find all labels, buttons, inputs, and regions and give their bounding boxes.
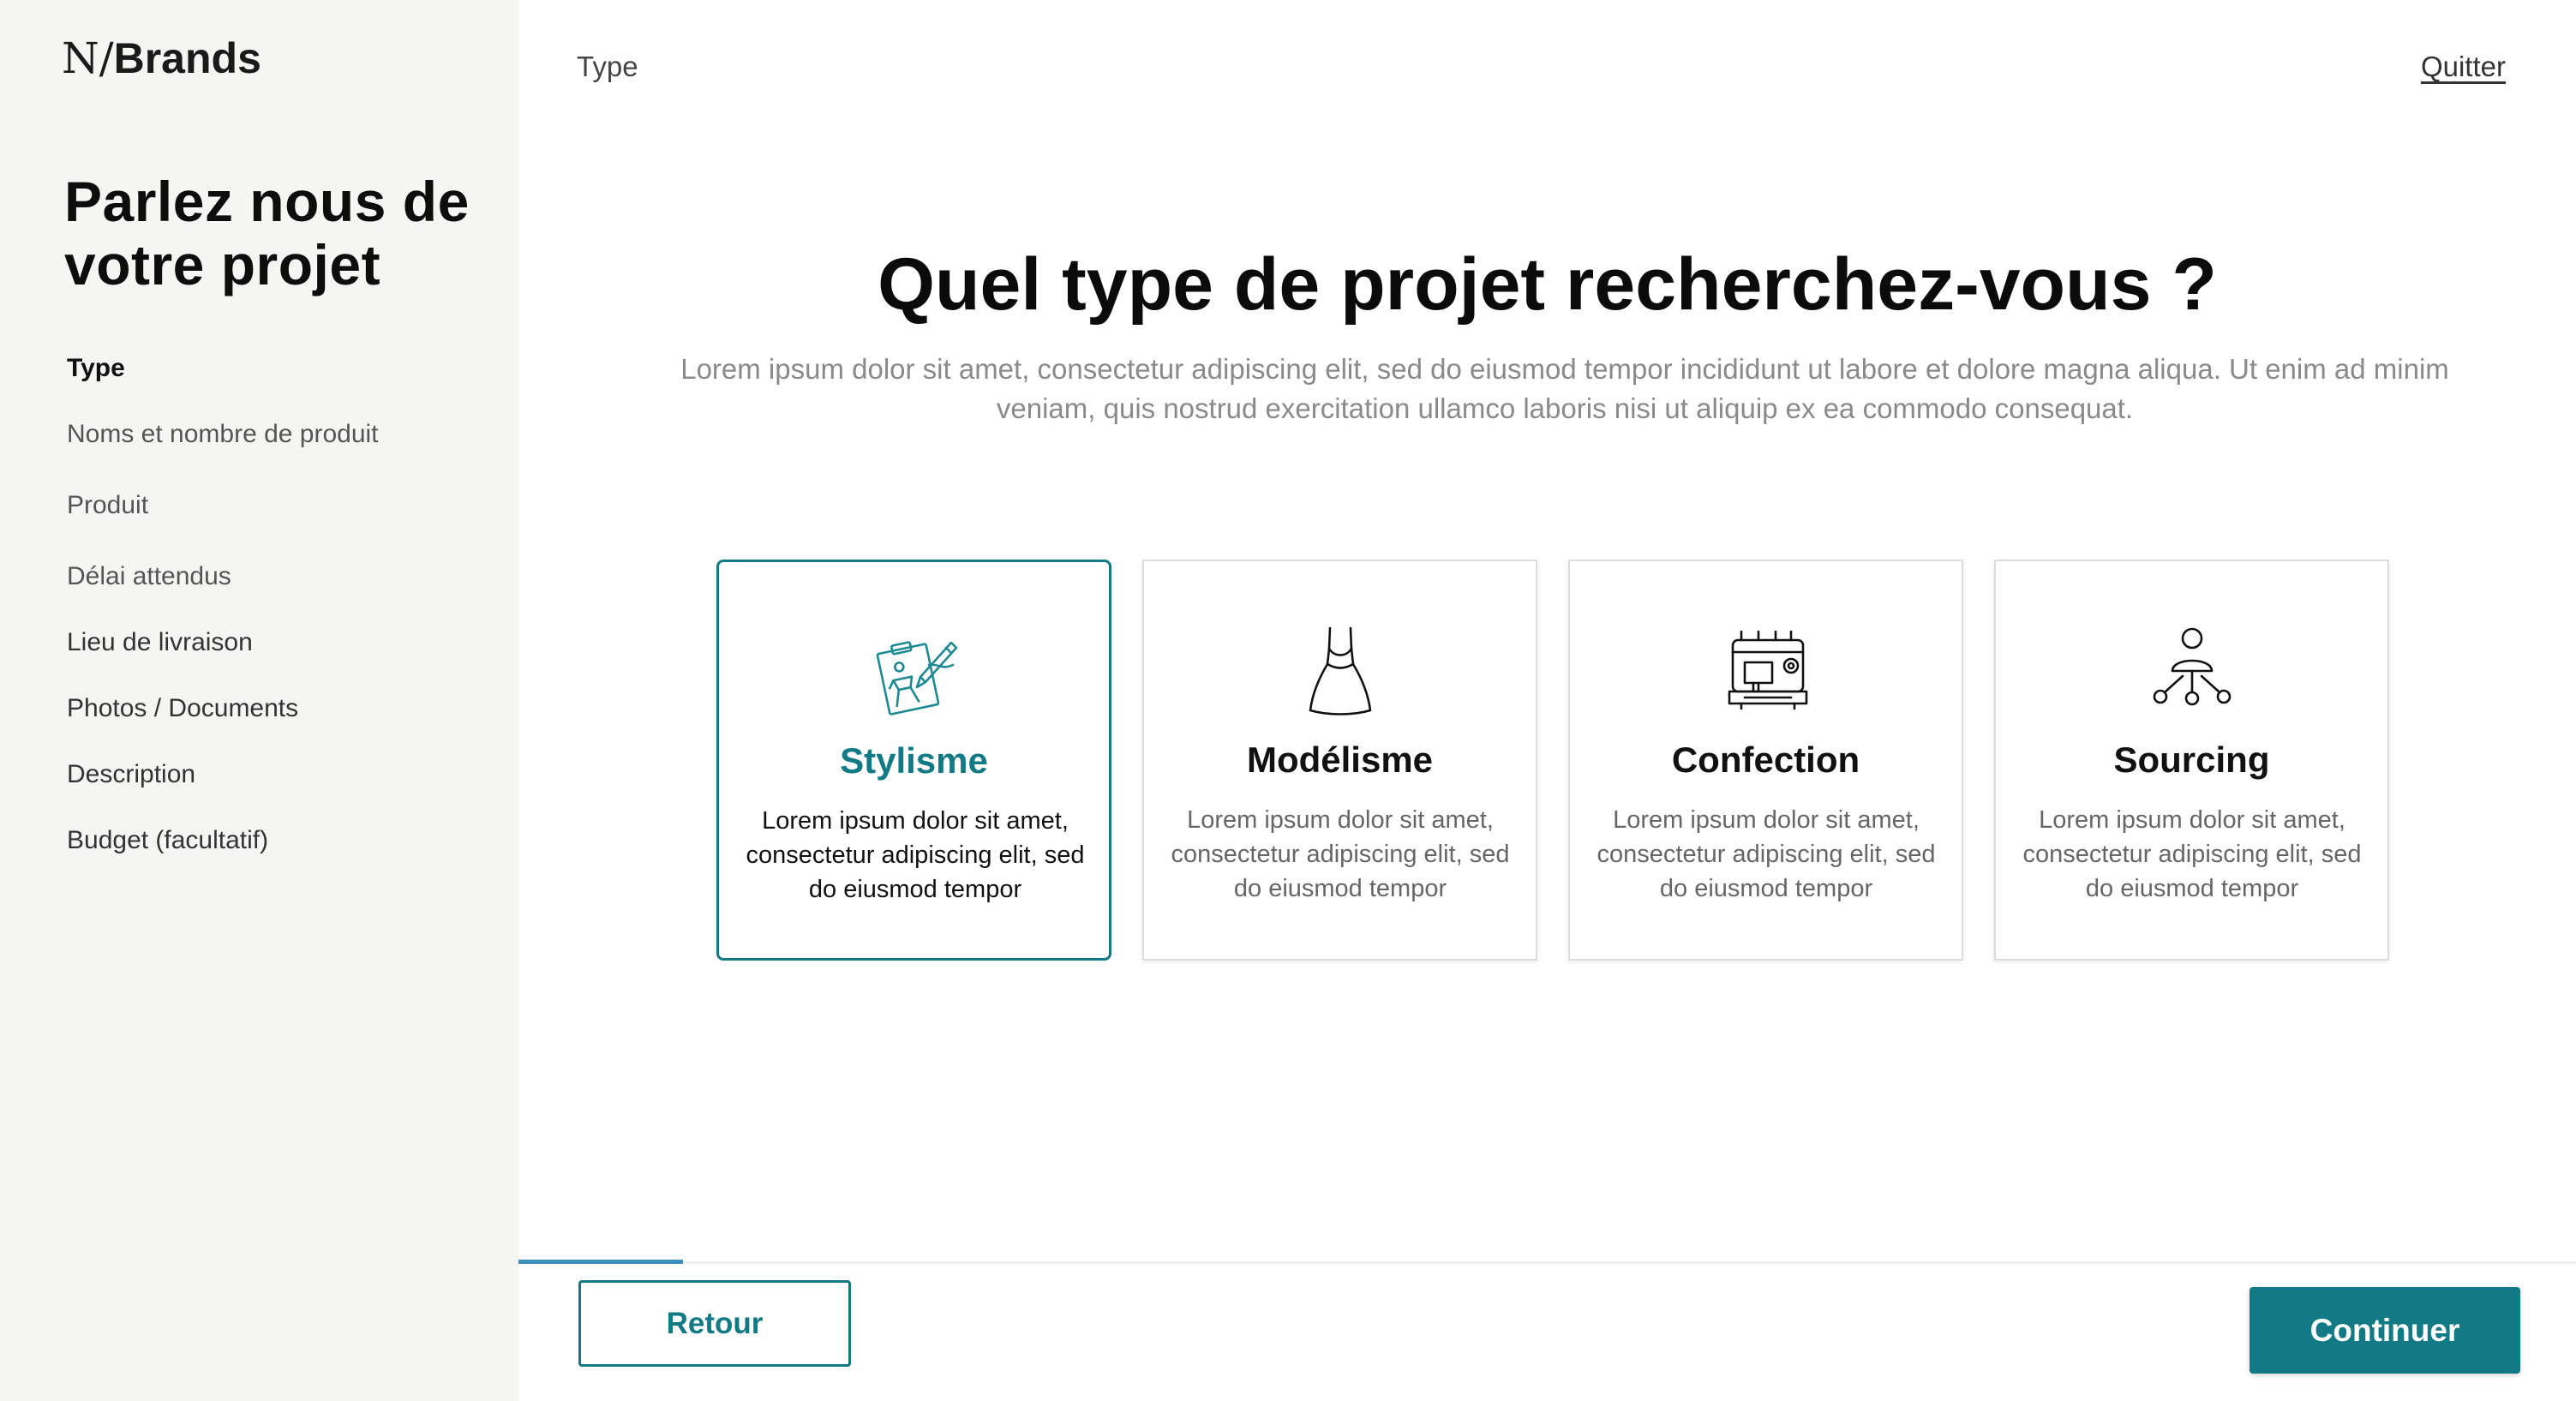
- card-sourcing[interactable]: Sourcing Lorem ipsum dolor sit amet, con…: [1994, 560, 2389, 961]
- card-confection[interactable]: Confection Lorem ipsum dolor sit amet, c…: [1568, 560, 1963, 961]
- progress-bar: [518, 1260, 683, 1264]
- card-stylisme-title: Stylisme: [840, 740, 988, 781]
- step-product[interactable]: Produit: [67, 488, 148, 523]
- step-product-names[interactable]: Noms et nombre de produit: [67, 417, 379, 452]
- card-stylisme-description: Lorem ipsum dolor sit amet, consectetur …: [746, 807, 1085, 903]
- step-documents[interactable]: Photos / Documents: [67, 692, 298, 726]
- step-description[interactable]: Description: [67, 757, 195, 792]
- footer-divider: [518, 1261, 2576, 1264]
- sidebar: N/Brands Parlez nous de votre projet Typ…: [0, 0, 518, 1401]
- card-modelisme[interactable]: Modélisme Lorem ipsum dolor sit amet, co…: [1142, 560, 1537, 961]
- step-budget[interactable]: Budget (facultatif): [67, 823, 268, 858]
- card-modelisme-title: Modélisme: [1246, 739, 1434, 780]
- project-type-cards: Stylisme Lorem ipsum dolor sit amet, con…: [716, 560, 2389, 961]
- card-stylisme[interactable]: Stylisme Lorem ipsum dolor sit amet, con…: [716, 560, 1111, 961]
- app-root: N/Brands Parlez nous de votre projet Typ…: [0, 0, 2576, 1401]
- step-type[interactable]: Type: [67, 351, 125, 386]
- page-subtitle: Lorem ipsum dolor sit amet, consectetur …: [680, 353, 2449, 424]
- sewing-machine-icon: [1719, 623, 1813, 717]
- card-confection-description: Lorem ipsum dolor sit amet, consectetur …: [1597, 806, 1936, 902]
- dress-icon: [1293, 623, 1387, 717]
- continue-button[interactable]: Continuer: [2250, 1287, 2520, 1374]
- brand-logo[interactable]: N/Brands: [62, 33, 261, 84]
- step-delivery[interactable]: Lieu de livraison: [67, 626, 253, 660]
- brand-logo-separator: /: [99, 33, 114, 83]
- card-sourcing-title: Sourcing: [2113, 739, 2270, 780]
- card-modelisme-description: Lorem ipsum dolor sit amet, consectetur …: [1171, 806, 1510, 902]
- back-button[interactable]: Retour: [578, 1280, 851, 1367]
- brand-logo-mark: N: [62, 33, 99, 83]
- page-title: Quel type de projet recherchez-vous ?: [878, 243, 2217, 326]
- quit-link[interactable]: Quitter: [2421, 50, 2506, 84]
- sourcing-network-icon: [2145, 623, 2239, 717]
- brand-logo-word: Brands: [113, 34, 261, 82]
- sidebar-title: Parlez nous de votre projet: [64, 170, 470, 296]
- card-confection-title: Confection: [1671, 739, 1860, 780]
- step-delays[interactable]: Délai attendus: [67, 560, 231, 594]
- card-sourcing-description: Lorem ipsum dolor sit amet, consectetur …: [2022, 806, 2362, 902]
- fashion-sketch-icon: [867, 624, 962, 718]
- breadcrumb: Type: [577, 51, 638, 82]
